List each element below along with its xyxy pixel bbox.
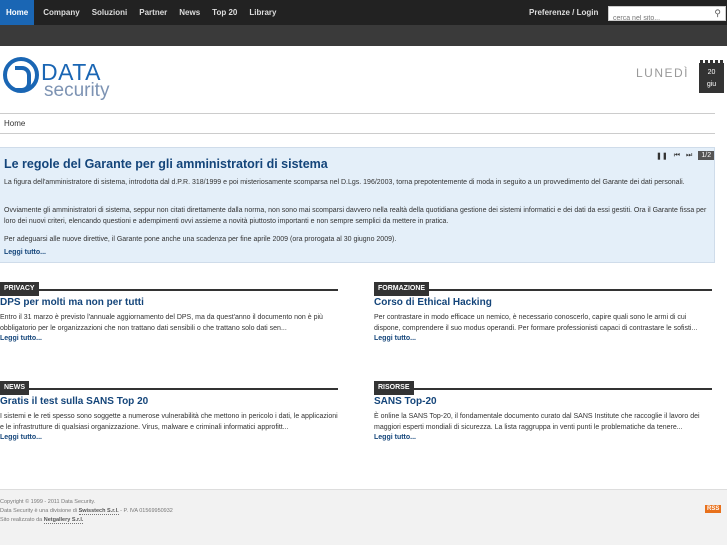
pause-icon[interactable]: ❚❚ — [656, 152, 668, 160]
previous-icon[interactable]: ⏮ — [674, 152, 680, 160]
logo-text-security: security — [44, 80, 110, 101]
company-info: Data Security è una divisione di Swisste… — [0, 507, 173, 516]
company-info-prefix: Data Security è una divisione di — [0, 508, 79, 514]
sub-navigation-bar — [0, 25, 727, 46]
site-logo[interactable]: DATA security — [3, 57, 123, 103]
nav-partner[interactable]: Partner — [133, 0, 173, 25]
swisstech-link[interactable]: Swisstech S.r.l. — [78, 508, 119, 515]
slide-counter: 1/2 — [698, 151, 715, 160]
section-header: PRIVACY — [0, 277, 338, 296]
slider-controls: ❚❚ ⏮ ⏭ 1/2 — [656, 151, 715, 160]
section-header: NEWS — [0, 376, 338, 395]
credits: Sito realizzato da Netgallery S.r.l. — [0, 516, 173, 525]
nav-news[interactable]: News — [173, 0, 206, 25]
read-more-link[interactable]: Leggi tutto... — [0, 335, 338, 342]
date-weekday: LUNEDÌ — [636, 66, 690, 80]
article-title[interactable]: SANS Top-20 — [374, 396, 712, 407]
article-title[interactable]: DPS per molti ma non per tutti — [0, 297, 338, 308]
section-label: FORMAZIONE — [374, 282, 430, 296]
featured-paragraph: Per adeguarsi alle nuove direttive, il G… — [4, 236, 397, 243]
article-excerpt: Entro il 31 marzo è previsto l'annuale a… — [0, 314, 323, 332]
search-input[interactable] — [609, 12, 709, 25]
top-navigation-bar: Home Company Soluzioni Partner News Top … — [0, 0, 727, 25]
featured-article: Le regole del Garante per gli amministra… — [0, 147, 715, 263]
section-header: RISORSE — [374, 376, 712, 395]
date-number: 20 — [707, 69, 716, 76]
featured-paragraph: Ovviamente gli amministratori di sistema… — [4, 207, 707, 225]
footer: Copyright © 1999 - 2011 Data Security. D… — [0, 489, 727, 545]
calendar-icon: 20 giu — [699, 60, 724, 93]
section-formazione: FORMAZIONE Corso di Ethical Hacking Per … — [374, 277, 712, 342]
section-label: RISORSE — [374, 381, 414, 395]
read-more-link[interactable]: Leggi tutto... — [0, 434, 338, 441]
article-excerpt: I sistemi e le reti spesso sono soggette… — [0, 413, 338, 431]
section-header: FORMAZIONE — [374, 277, 712, 296]
nav-top20[interactable]: Top 20 — [206, 0, 243, 25]
featured-paragraph: La figura dell'amministratore di sistema… — [4, 179, 685, 186]
article-excerpt: È online la SANS Top-20, il fondamentale… — [374, 413, 700, 431]
article-title[interactable]: Corso di Ethical Hacking — [374, 297, 712, 308]
rss-icon[interactable]: RSS — [705, 505, 722, 513]
featured-title[interactable]: Le regole del Garante per gli amministra… — [4, 157, 328, 171]
main-nav: Home Company Soluzioni Partner News Top … — [0, 0, 282, 25]
logo-mark — [3, 57, 39, 93]
copyright-text: Copyright © 1999 - 2011 Data Security. — [0, 499, 96, 505]
footer-text: Copyright © 1999 - 2011 Data Security. D… — [0, 498, 173, 525]
credits-prefix: Sito realizzato da — [0, 517, 44, 523]
article-excerpt: Per contrastare in modo efficace un nemi… — [374, 314, 698, 332]
search-box: ⚲ — [608, 6, 726, 25]
section-news: NEWS Gratis il test sulla SANS Top 20 I … — [0, 376, 338, 441]
date-month: giu — [706, 81, 717, 88]
section-privacy: PRIVACY DPS per molti ma non per tutti E… — [0, 277, 338, 342]
article-title[interactable]: Gratis il test sulla SANS Top 20 — [0, 396, 338, 407]
vat-number: - P. IVA 01569950932 — [118, 508, 173, 514]
nav-company[interactable]: Company — [37, 0, 85, 25]
read-more-link[interactable]: Leggi tutto... — [374, 335, 712, 342]
section-risorse: RISORSE SANS Top-20 È online la SANS Top… — [374, 376, 712, 441]
read-more-link[interactable]: Leggi tutto... — [374, 434, 712, 441]
nav-home[interactable]: Home — [0, 0, 35, 25]
section-label: NEWS — [0, 381, 29, 395]
nav-library[interactable]: Library — [243, 0, 282, 25]
breadcrumb[interactable]: Home — [0, 113, 715, 134]
login-link[interactable]: Preferenze / Login — [529, 0, 598, 25]
search-icon[interactable]: ⚲ — [714, 8, 721, 19]
nav-soluzioni[interactable]: Soluzioni — [86, 0, 134, 25]
featured-read-more-link[interactable]: Leggi tutto... — [4, 249, 46, 256]
section-label: PRIVACY — [0, 282, 39, 296]
netgallery-link[interactable]: Netgallery S.r.l. — [43, 517, 84, 524]
next-icon[interactable]: ⏭ — [686, 152, 692, 160]
